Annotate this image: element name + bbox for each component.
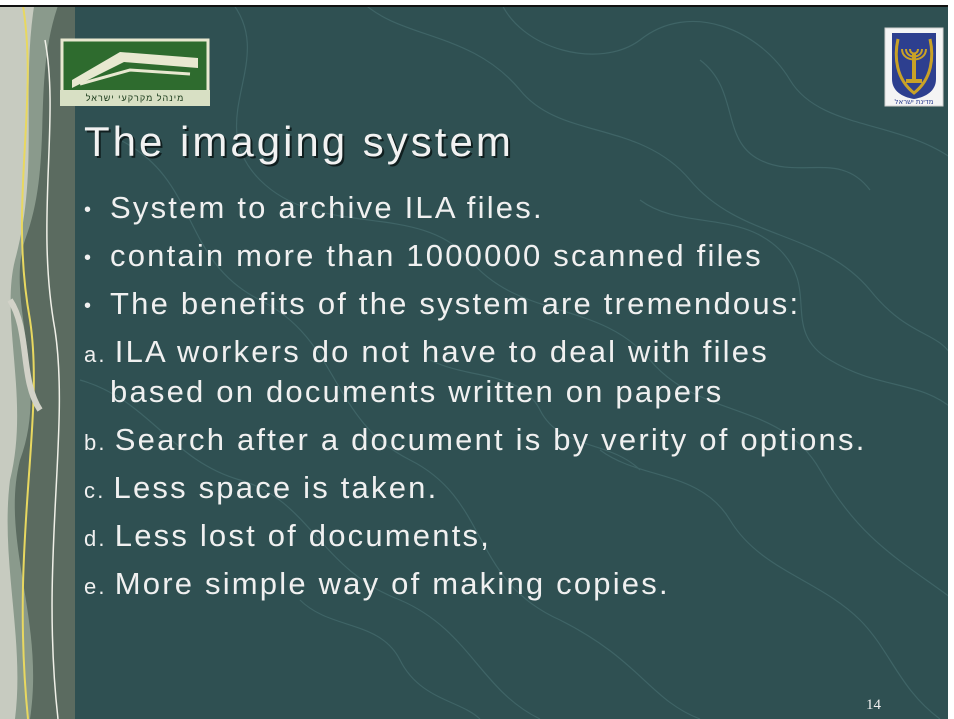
bullet-text: The benefits of the system are tremendou…: [110, 286, 801, 321]
bullet-item: • The benefits of the system are tremendo…: [84, 280, 954, 328]
ila-logo-caption: מינהל מקרקעי ישראל: [60, 90, 210, 106]
item-marker: d.: [84, 526, 107, 551]
item-marker: e.: [84, 574, 107, 599]
state-emblem-icon: מדינת ישראל: [884, 27, 944, 107]
item-marker: a.: [84, 342, 107, 367]
page-number: 14: [866, 697, 881, 713]
item-text: Less lost of documents,: [114, 518, 492, 553]
bullet-marker: •: [84, 198, 94, 221]
slide-body: • System to archive ILA files. • contain m…: [84, 184, 954, 608]
frame-right-border: [948, 0, 954, 719]
frame-top-edge: [0, 5, 954, 7]
slide-title: The imaging system: [84, 118, 514, 165]
lettered-item: d. Less lost of documents,: [84, 512, 954, 560]
bullet-marker: •: [84, 246, 94, 269]
item-text: ILA workers do not have to deal with fil…: [114, 334, 769, 369]
slide: מינהל מקרקעי ישראל מדינת ישראל The imagi…: [0, 0, 954, 719]
lettered-item-continuation: based on documents written on papers: [84, 368, 954, 416]
item-marker: c.: [84, 478, 106, 503]
bullet-text: contain more than 1000000 scanned files: [110, 238, 763, 273]
item-text: More simple way of making copies.: [114, 566, 670, 601]
emblem-caption: מדינת ישראל: [895, 98, 934, 106]
lettered-item: b. Search after a document is by verity o…: [84, 416, 954, 464]
bullet-text: System to archive ILA files.: [110, 190, 544, 225]
bullet-marker: •: [84, 294, 94, 317]
lettered-item: c. Less space is taken.: [84, 464, 954, 512]
bullet-item: • System to archive ILA files.: [84, 184, 954, 232]
item-text-continuation: based on documents written on papers: [110, 374, 724, 409]
item-text: Less space is taken.: [113, 470, 439, 505]
bullet-item: • contain more than 1000000 scanned files: [84, 232, 954, 280]
lettered-item: e. More simple way of making copies.: [84, 560, 954, 608]
item-text: Search after a document is by verity of …: [114, 422, 867, 457]
item-marker: b.: [84, 430, 107, 455]
